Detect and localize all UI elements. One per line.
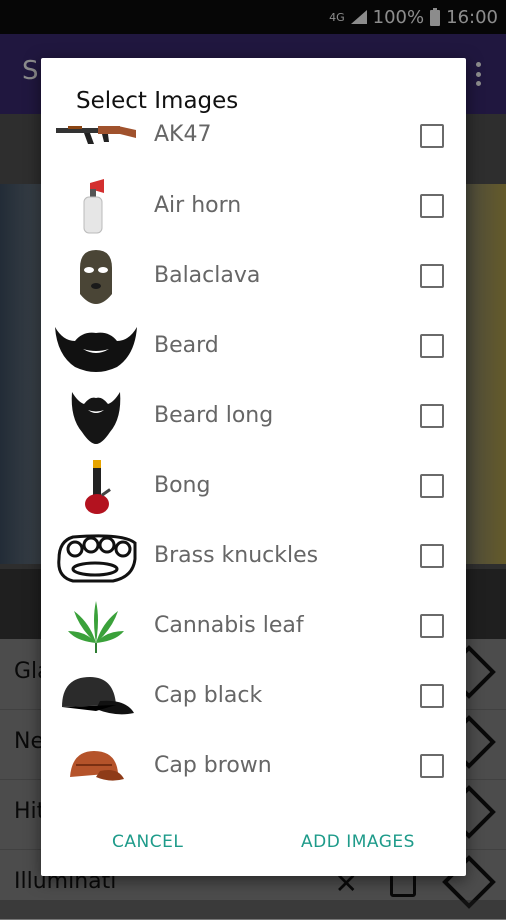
checkbox[interactable] (420, 194, 444, 218)
ak47-icon (53, 120, 139, 164)
cancel-button[interactable]: CANCEL (112, 832, 183, 852)
list-item-beard[interactable]: Beard (41, 312, 466, 382)
air-horn-icon (53, 176, 139, 238)
select-images-dialog: Select Images AK47 Air horn Balaclava Be… (41, 58, 466, 876)
checkbox[interactable] (420, 754, 444, 778)
checkbox[interactable] (420, 264, 444, 288)
dialog-title: Select Images (76, 88, 239, 114)
cannabis-leaf-icon (53, 596, 139, 658)
cap-black-icon (53, 666, 139, 728)
item-label: Balaclava (154, 263, 261, 288)
item-label: Air horn (154, 193, 242, 218)
brass-knuckles-icon (53, 526, 139, 588)
checkbox[interactable] (420, 474, 444, 498)
list-item-brass-knuckles[interactable]: Brass knuckles (41, 522, 466, 592)
item-label: Brass knuckles (154, 543, 319, 568)
item-label: Cap brown (154, 753, 272, 778)
list-item-balaclava[interactable]: Balaclava (41, 242, 466, 312)
bong-icon (53, 456, 139, 518)
list-item-bong[interactable]: Bong (41, 452, 466, 522)
item-label: Bong (154, 473, 211, 498)
image-list[interactable]: AK47 Air horn Balaclava Beard Beard long… (41, 120, 466, 808)
cap-brown-icon (53, 736, 139, 798)
list-item-air-horn[interactable]: Air horn (41, 172, 466, 242)
item-label: AK47 (154, 122, 212, 147)
list-item-cap-brown[interactable]: Cap brown (41, 732, 466, 802)
list-item-cap-black[interactable]: Cap black (41, 662, 466, 732)
checkbox[interactable] (420, 544, 444, 568)
checkbox[interactable] (420, 684, 444, 708)
checkbox[interactable] (420, 334, 444, 358)
beard-icon (53, 316, 139, 378)
item-label: Beard (154, 333, 219, 358)
checkbox[interactable] (420, 614, 444, 638)
item-label: Cannabis leaf (154, 613, 304, 638)
beard-long-icon (53, 386, 139, 448)
item-label: Beard long (154, 403, 274, 428)
dialog-actions: CANCEL ADD IMAGES (41, 818, 466, 874)
balaclava-icon (53, 246, 139, 308)
list-item-cannabis-leaf[interactable]: Cannabis leaf (41, 592, 466, 662)
checkbox[interactable] (420, 124, 444, 148)
list-item-beard-long[interactable]: Beard long (41, 382, 466, 452)
item-label: Cap black (154, 683, 263, 708)
add-images-button[interactable]: ADD IMAGES (301, 832, 415, 852)
checkbox[interactable] (420, 404, 444, 428)
